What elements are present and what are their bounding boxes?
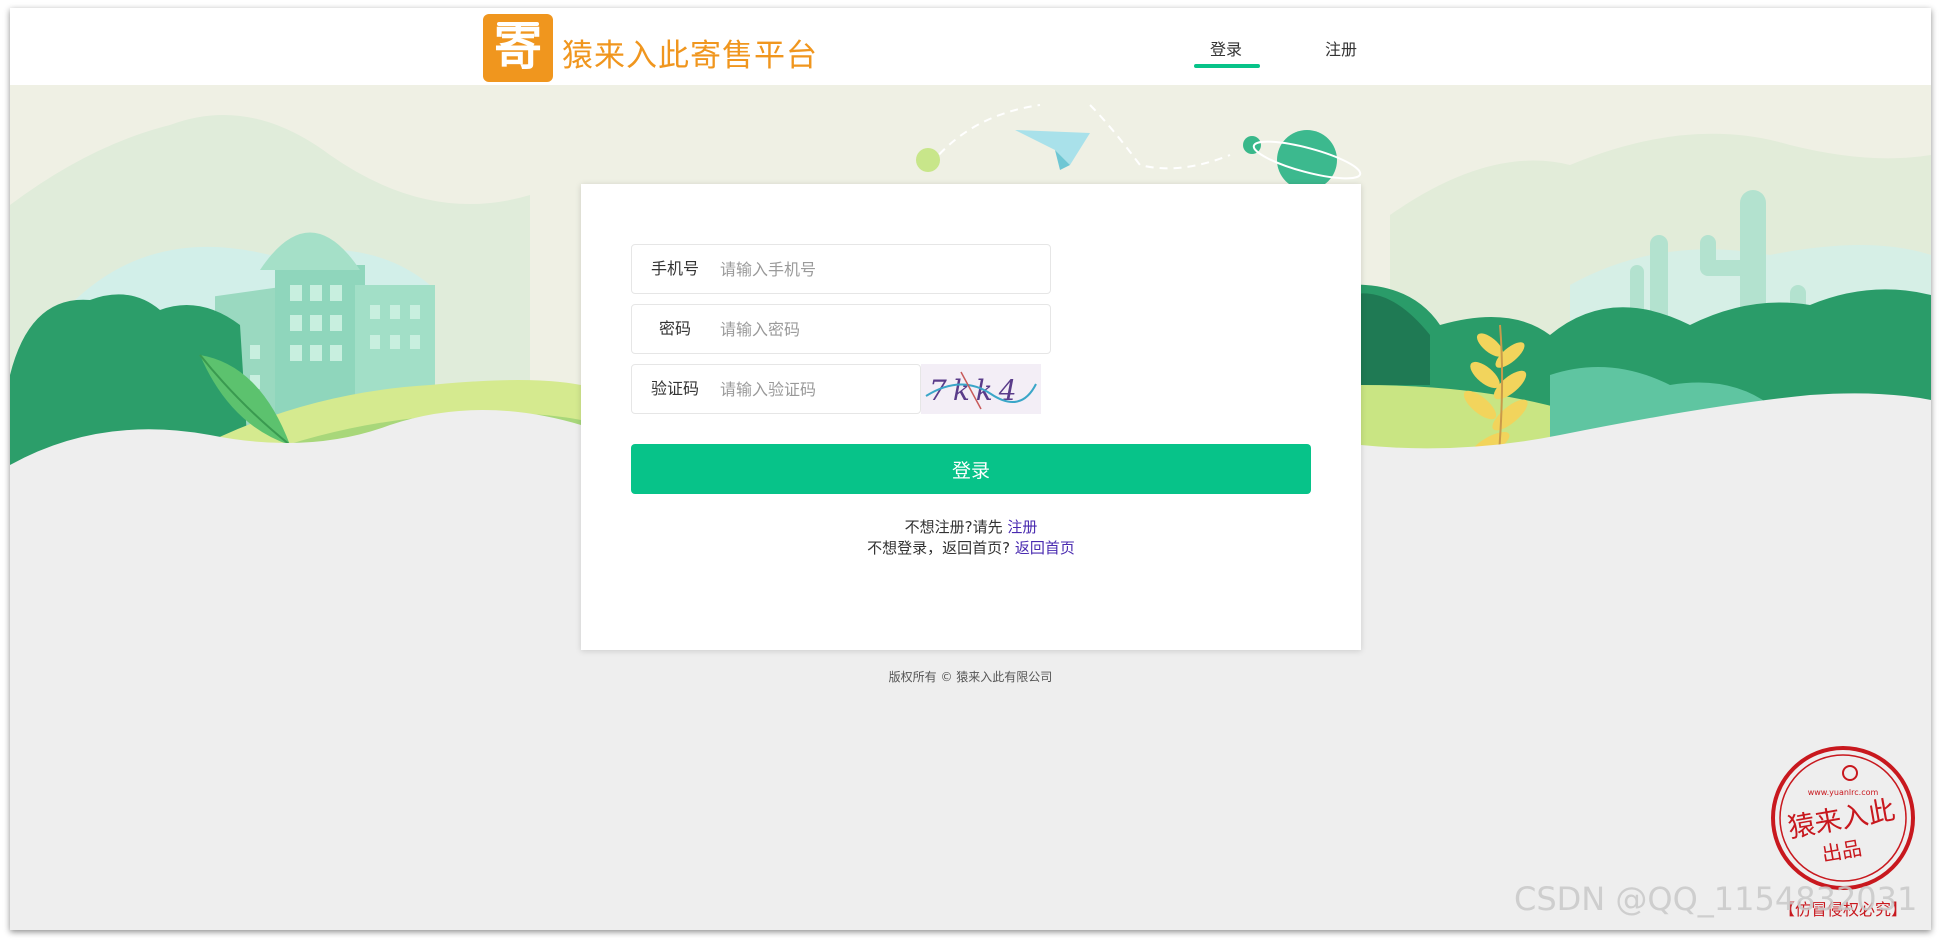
register-link[interactable]: 注册 [1007, 518, 1037, 536]
svg-text:出品: 出品 [1820, 836, 1864, 867]
top-header: 寄 猿来入此寄售平台 登录 注册 [10, 8, 1931, 85]
password-label: 密码 [658, 319, 691, 338]
copyright-text: 版权所有 © 猿来入此有限公司 [888, 670, 1053, 684]
captcha-label: 验证码 [650, 379, 699, 398]
phone-input[interactable] [720, 253, 1040, 285]
register-hint: 不想注册?请先 注册 [581, 516, 1361, 537]
register-hint-text: 不想注册?请先 [904, 518, 1003, 536]
home-hint: 不想登录，返回首页? 返回首页 [581, 537, 1361, 558]
nav-register-link[interactable]: 注册 [1325, 36, 1357, 60]
password-field: 密码 [631, 304, 1051, 354]
nav-login-link[interactable]: 登录 [1210, 36, 1242, 60]
nav-active-indicator [1194, 64, 1260, 68]
captcha-field: 验证码 [631, 364, 921, 414]
login-submit-button[interactable]: 登录 [631, 444, 1311, 494]
logo-icon[interactable]: 寄 [483, 14, 553, 82]
browser-frame: 寄 猿来入此寄售平台 登录 注册 手机号 请输入手机号 密码 验证码 请输入验证… [10, 8, 1931, 930]
csdn-watermark: CSDN @QQ_1154832031 [1514, 880, 1918, 918]
password-input[interactable] [720, 313, 1040, 345]
home-hint-text: 不想登录，返回首页? [867, 539, 1011, 557]
svg-text:www.yuanlrc.com: www.yuanlrc.com [1808, 788, 1879, 797]
logo-char: 寄 [493, 20, 542, 76]
svg-text:猿来入此: 猿来入此 [1786, 795, 1898, 844]
phone-field: 手机号 [631, 244, 1051, 294]
captcha-input[interactable] [720, 373, 910, 405]
login-card: 手机号 密码 验证码 7kk4 登录 不想注册?请先 注册 不想登录，返回首页? [581, 184, 1361, 650]
site-title[interactable]: 猿来入此寄售平台 [562, 30, 818, 75]
captcha-image[interactable]: 7kk4 [921, 364, 1041, 414]
home-link[interactable]: 返回首页 [1015, 539, 1075, 557]
phone-label: 手机号 [650, 259, 699, 278]
